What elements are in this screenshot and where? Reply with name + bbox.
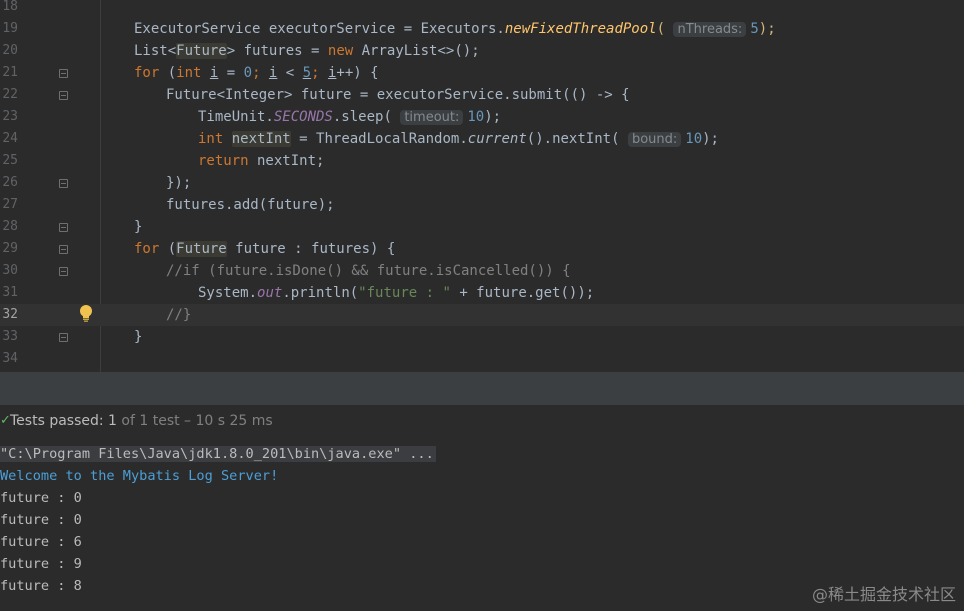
fold-icon[interactable] [59, 179, 68, 188]
line-number: 21 [2, 65, 18, 80]
code-text: } [134, 219, 143, 235]
code-text: } [134, 329, 143, 345]
fold-icon[interactable] [59, 69, 68, 78]
code-line-21[interactable]: 21 for (int i = 0; i < 5; i++) { [0, 62, 964, 84]
console-output-line: future : 0 [0, 490, 82, 506]
code-text: for (Future future : futures) { [134, 241, 396, 257]
line-number: 27 [2, 197, 18, 212]
line-number: 28 [2, 219, 18, 234]
console-output-line: future : 6 [0, 534, 82, 550]
code-line-27[interactable]: 27 futures.add(future); [0, 194, 964, 216]
line-number: 30 [2, 263, 18, 278]
fold-icon[interactable] [59, 267, 68, 276]
code-text: futures.add(future); [166, 197, 335, 213]
fold-icon[interactable] [59, 91, 68, 100]
code-line-29[interactable]: 29 for (Future future : futures) { [0, 238, 964, 260]
run-console[interactable]: "C:\Program Files\Java\jdk1.8.0_201\bin\… [0, 441, 964, 611]
code-line-32[interactable]: 32 //} [0, 304, 964, 326]
line-number: 22 [2, 87, 18, 102]
code-line-24[interactable]: 24 int nextInt = ThreadLocalRandom.curre… [0, 128, 964, 150]
code-text: int nextInt = ThreadLocalRandom.current(… [198, 131, 719, 147]
code-comment: //if (future.isDone() && future.isCancel… [166, 263, 571, 279]
fold-icon[interactable] [59, 333, 68, 342]
code-line-19[interactable]: 19 ExecutorService executorService = Exe… [0, 18, 964, 40]
line-number: 24 [2, 131, 18, 146]
code-comment: //} [166, 307, 192, 323]
line-number: 34 [2, 351, 18, 366]
code-line-25[interactable]: 25 return nextInt; [0, 150, 964, 172]
code-text: return nextInt; [198, 153, 325, 169]
line-number: 20 [2, 43, 18, 58]
code-line-28[interactable]: 28 } [0, 216, 964, 238]
param-hint: timeout: [400, 110, 464, 125]
code-text: Future<Integer> future = executorService… [166, 87, 630, 103]
code-editor[interactable]: 18 19 ExecutorService executorService = … [0, 0, 964, 372]
console-welcome-line: Welcome to the Mybatis Log Server! [0, 468, 279, 484]
code-text: System.out.println("future : " + future.… [198, 285, 595, 301]
code-line-22[interactable]: 22 Future<Integer> future = executorServ… [0, 84, 964, 106]
code-text: for (int i = 0; i < 5; i++) { [134, 65, 379, 81]
line-number: 31 [2, 285, 18, 300]
fold-icon[interactable] [59, 223, 68, 232]
console-output-line: future : 9 [0, 556, 82, 572]
param-hint: nThreads: [673, 22, 747, 37]
code-line-34[interactable]: 34 [0, 348, 964, 370]
param-hint: bound: [627, 132, 682, 147]
code-text: List<Future> futures = new ArrayList<>()… [134, 43, 480, 59]
console-command-line[interactable]: "C:\Program Files\Java\jdk1.8.0_201\bin\… [0, 443, 436, 465]
line-number: 19 [2, 21, 18, 36]
code-line-33[interactable]: 33 } [0, 326, 964, 348]
tests-passed-text: Tests passed: 1 of 1 test – 10 s 25 ms [10, 413, 273, 429]
line-number: 18 [2, 0, 18, 14]
code-line-26[interactable]: 26 }); [0, 172, 964, 194]
line-number: 32 [2, 307, 18, 322]
code-line-30[interactable]: 30 //if (future.isDone() && future.isCan… [0, 260, 964, 282]
code-text: TimeUnit.SECONDS.sleep( timeout: 10); [198, 109, 502, 125]
code-text: }); [166, 175, 192, 191]
test-status-bar: ✓ Tests passed: 1 of 1 test – 10 s 25 ms [0, 405, 964, 441]
code-line-23[interactable]: 23 TimeUnit.SECONDS.sleep( timeout: 10); [0, 106, 964, 128]
line-number: 23 [2, 109, 18, 124]
console-output-line: future : 8 [0, 578, 82, 594]
line-number: 33 [2, 329, 18, 344]
line-number: 25 [2, 153, 18, 168]
code-line-20[interactable]: 20 List<Future> futures = new ArrayList<… [0, 40, 964, 62]
lightbulb-icon[interactable] [78, 304, 94, 322]
tool-window-header [0, 372, 964, 405]
line-number: 29 [2, 241, 18, 256]
code-line-31[interactable]: 31 System.out.println("future : " + futu… [0, 282, 964, 304]
code-text: ExecutorService executorService = Execut… [134, 21, 776, 37]
fold-icon[interactable] [59, 245, 68, 254]
line-number: 26 [2, 175, 18, 190]
watermark: @稀土掘金技术社区 [811, 585, 956, 604]
console-output-line: future : 0 [0, 512, 82, 528]
code-line-18[interactable]: 18 [0, 0, 964, 18]
